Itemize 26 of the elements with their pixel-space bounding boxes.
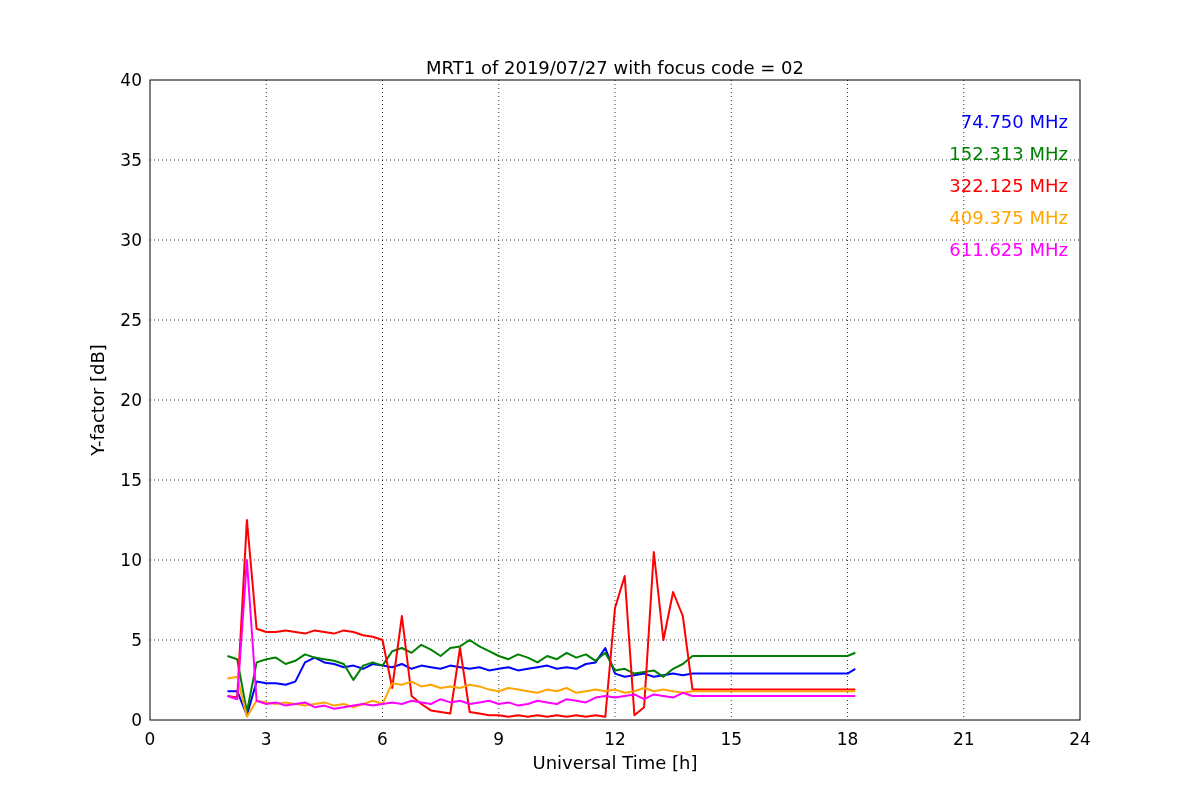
x-tick-label: 9: [493, 729, 505, 749]
x-tick-label: 3: [260, 729, 272, 749]
y-axis-label: Y-factor [dB]: [87, 344, 108, 456]
y-tick-label: 5: [131, 630, 142, 650]
y-tick-label: 0: [131, 710, 142, 730]
legend-label: 74.750 MHz: [960, 111, 1068, 132]
legend-label: 322.125 MHz: [949, 175, 1068, 196]
x-tick-label: 24: [1069, 729, 1091, 749]
x-tick-label: 0: [144, 729, 156, 749]
chart-title: MRT1 of 2019/07/27 with focus code = 02: [426, 57, 804, 78]
legend-label: 152.313 MHz: [949, 143, 1068, 164]
y-tick-label: 10: [120, 550, 142, 570]
x-tick-label: 21: [952, 729, 975, 749]
legend-label: 611.625 MHz: [949, 239, 1068, 260]
y-tick-label: 25: [120, 310, 142, 330]
x-axis-label: Universal Time [h]: [532, 752, 698, 773]
x-tick-label: 12: [604, 729, 626, 749]
y-tick-label: 15: [120, 470, 142, 490]
y-tick-label: 40: [120, 70, 142, 90]
x-tick-label: 6: [377, 729, 388, 749]
y-tick-label: 20: [120, 390, 142, 410]
y-tick-label: 35: [120, 150, 142, 170]
x-tick-label: 15: [720, 729, 743, 749]
legend-label: 409.375 MHz: [949, 207, 1068, 228]
x-tick-label: 18: [836, 729, 859, 749]
y-tick-label: 30: [120, 230, 142, 250]
